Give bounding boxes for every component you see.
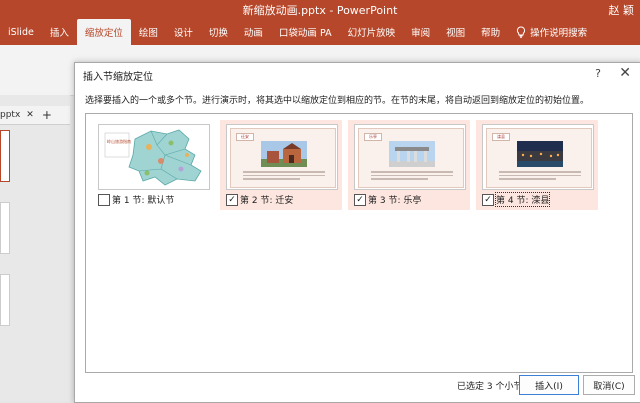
section-item-4[interactable]: 滦县 ✓ 第 4 节: 滦县 (476, 120, 598, 210)
dialog-instruction: 选择要插入的一个或多个节。进行演示时，将其选中以缩放定位到相应的节。在节的末尾，… (85, 96, 590, 106)
section-item-1[interactable]: 岭山旅游指南 第 1 节: 默认节 (92, 120, 214, 210)
tab-help[interactable]: 帮助 (473, 19, 508, 45)
tab-draw[interactable]: 绘图 (131, 19, 166, 45)
section-2-checkbox[interactable]: ✓ (226, 194, 238, 206)
cancel-button[interactable]: 取消(C) (583, 375, 635, 395)
close-tab-icon[interactable]: ✕ (26, 110, 34, 120)
tab-insert[interactable]: 插入 (42, 19, 77, 45)
user-name[interactable]: 赵 颖 (609, 2, 635, 18)
document-tab[interactable]: pptx ✕ + (0, 106, 70, 125)
section-1-label: 第 1 节: 默认节 (112, 196, 175, 206)
tell-me-text: 操作说明搜索 (530, 28, 588, 39)
section-3-thumb-title: 乐亭 (364, 133, 382, 141)
tab-islide[interactable]: iSlide (0, 19, 42, 45)
tab-review[interactable]: 审阅 (403, 19, 438, 45)
slide-thumbnail[interactable] (0, 130, 10, 182)
dialog-titlebar: 插入节缩放定位 ? ✕ (75, 63, 640, 85)
tab-zoom[interactable]: 缩放定位 (76, 19, 131, 45)
slide-thumbnail[interactable] (0, 202, 10, 254)
section-4-checkbox[interactable]: ✓ (482, 194, 494, 206)
selection-status: 已选定 3 个小节 (457, 382, 523, 392)
tab-view[interactable]: 视图 (438, 19, 473, 45)
section-thumbnail: 滦县 (482, 124, 594, 190)
new-tab-icon[interactable]: + (42, 108, 52, 122)
tab-design[interactable]: 设计 (166, 19, 201, 45)
tab-animations[interactable]: 动画 (236, 19, 271, 45)
document-tab-name: pptx (0, 110, 21, 120)
section-3-photo (389, 141, 435, 167)
section-item-3[interactable]: 乐亭 ✓ 第 3 节: 乐亭 (348, 120, 470, 210)
section-thumbnail: 迁安 (226, 124, 338, 190)
section-2-label: 第 2 节: 迁安 (240, 196, 294, 206)
section-4-photo (517, 141, 563, 167)
ribbon: 新缩放动画.pptx - PowerPoint 赵 颖 iSlide 插入 缩放… (0, 0, 640, 45)
section-thumbnail: 岭山旅游指南 (98, 124, 210, 190)
close-icon[interactable]: ✕ (619, 65, 631, 81)
window-title: 新缩放动画.pptx - PowerPoint (242, 4, 398, 17)
insert-section-zoom-dialog: 插入节缩放定位 ? ✕ 选择要插入的一个或多个节。进行演示时，将其选中以缩放定位… (74, 62, 640, 403)
section-3-label: 第 3 节: 乐亭 (368, 196, 422, 206)
slide-pane (0, 95, 70, 401)
section-2-thumb-title: 迁安 (236, 133, 254, 141)
insert-button[interactable]: 插入(I) (519, 375, 579, 395)
section-thumbnail: 乐亭 (354, 124, 466, 190)
section-1-thumb-title: 岭山旅游指南 (107, 138, 131, 144)
map-thumbnail-image: 岭山旅游指南 (99, 125, 209, 189)
section-2-photo (261, 141, 307, 167)
lightbulb-icon (517, 26, 526, 38)
section-3-checkbox[interactable]: ✓ (354, 194, 366, 206)
dialog-title: 插入节缩放定位 (83, 72, 153, 83)
section-list: 岭山旅游指南 第 1 节: 默认节 迁安 ✓ 第 2 节: 迁安 乐亭 ✓ 第 … (85, 113, 633, 373)
help-icon[interactable]: ? (595, 67, 601, 80)
section-1-checkbox[interactable] (98, 194, 110, 206)
tell-me-box[interactable]: 操作说明搜索 (508, 19, 595, 45)
slide-thumbnail[interactable] (0, 274, 10, 326)
tab-slideshow[interactable]: 幻灯片放映 (340, 19, 404, 45)
section-4-thumb-title: 滦县 (492, 133, 510, 141)
tab-transitions[interactable]: 切换 (201, 19, 236, 45)
ribbon-tabs: iSlide 插入 缩放定位 绘图 设计 切换 动画 口袋动画 PA 幻灯片放映… (0, 19, 640, 45)
tab-pocket-animation[interactable]: 口袋动画 PA (271, 19, 340, 45)
section-4-label: 第 4 节: 滦县 (494, 192, 551, 207)
section-item-2[interactable]: 迁安 ✓ 第 2 节: 迁安 (220, 120, 342, 210)
slide-thumbnails (0, 130, 10, 346)
